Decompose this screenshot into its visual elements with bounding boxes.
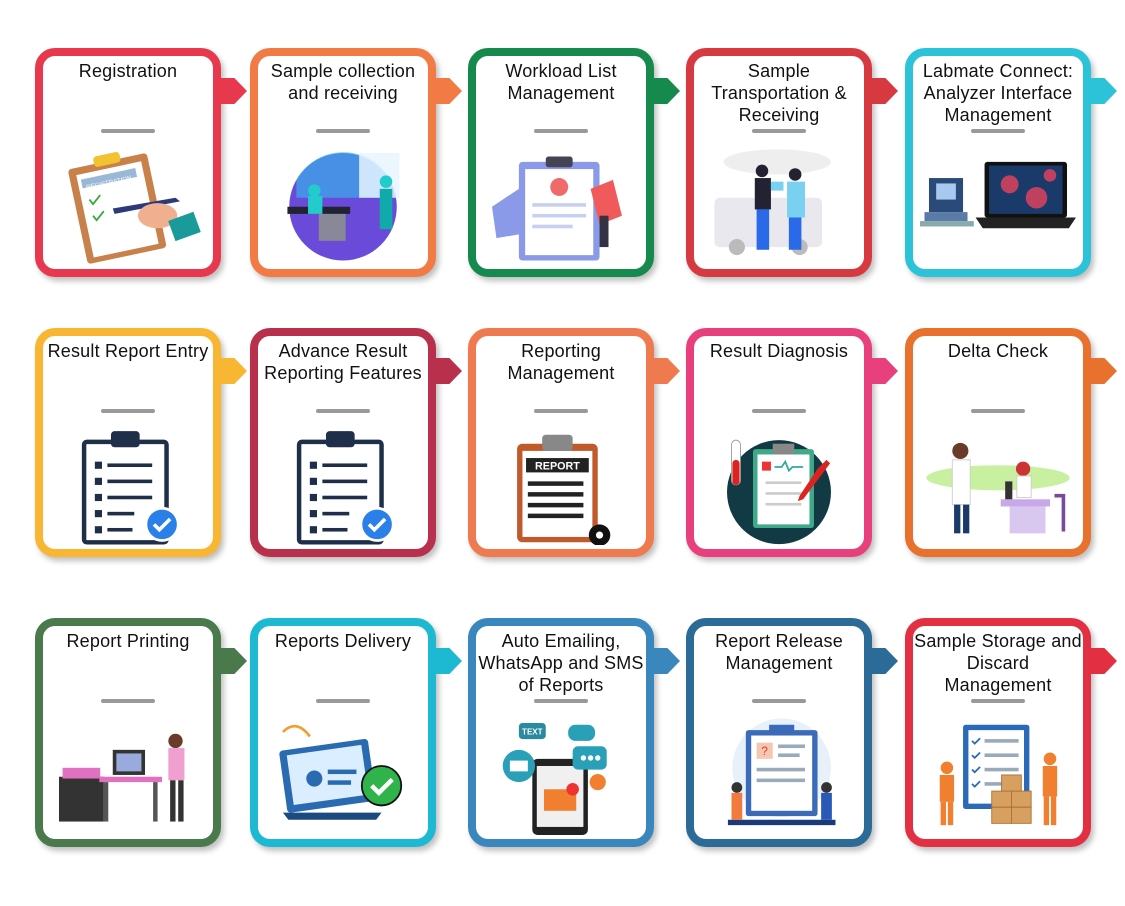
arrow-right-icon (652, 358, 680, 384)
step-card: Workload List Management (468, 48, 680, 277)
divider (971, 699, 1025, 703)
arrow-right-icon (1089, 78, 1117, 104)
arrow-right-icon (870, 78, 898, 104)
step-card: Advance Result Reporting Features (250, 328, 462, 557)
step-title: Registration (78, 61, 178, 81)
step-title: Result Report Entry (47, 341, 209, 361)
diagnosis-clipboard-icon (700, 424, 858, 545)
step-title: Report Printing (66, 631, 190, 651)
step-title: Advance Result Reporting Features (264, 341, 422, 383)
step-card: Reports Delivery (250, 618, 462, 847)
arrow-right-icon (870, 648, 898, 674)
release-board-icon: ? (700, 714, 858, 835)
step-card: Sample Storage and Discard Management (905, 618, 1117, 847)
checklist-clipboard-icon (264, 424, 422, 545)
phone-messages-icon: TEXT (482, 714, 640, 835)
divider (316, 699, 370, 703)
divider (101, 129, 155, 133)
arrow-right-icon (434, 648, 462, 674)
lab-microscope-icon (919, 424, 1077, 545)
arrow-right-icon (219, 78, 247, 104)
arrow-right-icon (434, 78, 462, 104)
step-card: Registration REGISTRATION (35, 48, 247, 277)
divider (971, 129, 1025, 133)
arrow-right-icon (652, 648, 680, 674)
divider (316, 409, 370, 413)
divider (316, 129, 370, 133)
divider (752, 129, 806, 133)
divider (534, 129, 588, 133)
step-title: Reports Delivery (274, 631, 412, 651)
workload-clipboard-icon (482, 144, 640, 265)
lab-scientists-icon (264, 144, 422, 265)
arrow-right-icon (1089, 358, 1117, 384)
report-gear-icon: REPORT (482, 424, 640, 546)
divider (752, 409, 806, 413)
step-card: Report Printing (35, 618, 247, 847)
storage-boxes-icon (919, 714, 1077, 835)
step-title: Reporting Management (507, 341, 615, 383)
step-title: Report Release Management (715, 631, 843, 673)
divider (534, 409, 588, 413)
step-title: Sample Storage and Discard Management (914, 631, 1082, 695)
svg-text:TEXT: TEXT (522, 728, 543, 737)
step-card: Sample Transportation & Receiving (686, 48, 898, 277)
step-card: Reporting Management REPORT (468, 328, 680, 557)
transport-ambulance-icon (700, 144, 858, 265)
arrow-right-icon (652, 78, 680, 104)
step-title: Sample collection and receiving (270, 61, 416, 103)
divider (101, 699, 155, 703)
step-title: Workload List Management (505, 61, 617, 103)
laptop-check-icon (264, 714, 422, 835)
checklist-clipboard-icon (49, 424, 207, 545)
divider (752, 699, 806, 703)
arrow-right-icon (870, 358, 898, 384)
step-title: Delta Check (947, 341, 1049, 361)
registration-clipboard-icon: REGISTRATION (49, 144, 207, 265)
arrow-right-icon (219, 648, 247, 674)
divider (101, 409, 155, 413)
step-card: Delta Check (905, 328, 1117, 557)
printer-desk-icon (49, 714, 207, 835)
arrow-right-icon (219, 358, 247, 384)
step-card: Labmate Connect: Analyzer Interface Mana… (905, 48, 1117, 277)
step-card: Result Report Entry (35, 328, 247, 557)
divider (971, 409, 1025, 413)
arrow-right-icon (1089, 648, 1117, 674)
step-card: Result Diagnosis (686, 328, 898, 557)
svg-text:REPORT: REPORT (535, 461, 580, 473)
step-card: Auto Emailing, WhatsApp and SMS of Repor… (468, 618, 680, 847)
analyzer-laptop-icon (919, 144, 1077, 265)
divider (534, 699, 588, 703)
step-title: Sample Transportation & Receiving (711, 61, 847, 125)
step-title: Labmate Connect: Analyzer Interface Mana… (922, 61, 1074, 125)
step-title: Auto Emailing, WhatsApp and SMS of Repor… (478, 631, 644, 695)
arrow-right-icon (434, 358, 462, 384)
svg-text:?: ? (761, 745, 768, 758)
step-card: Report Release Management ? (686, 618, 898, 847)
step-title: Result Diagnosis (709, 341, 849, 361)
step-card: Sample collection and receiving (250, 48, 462, 277)
